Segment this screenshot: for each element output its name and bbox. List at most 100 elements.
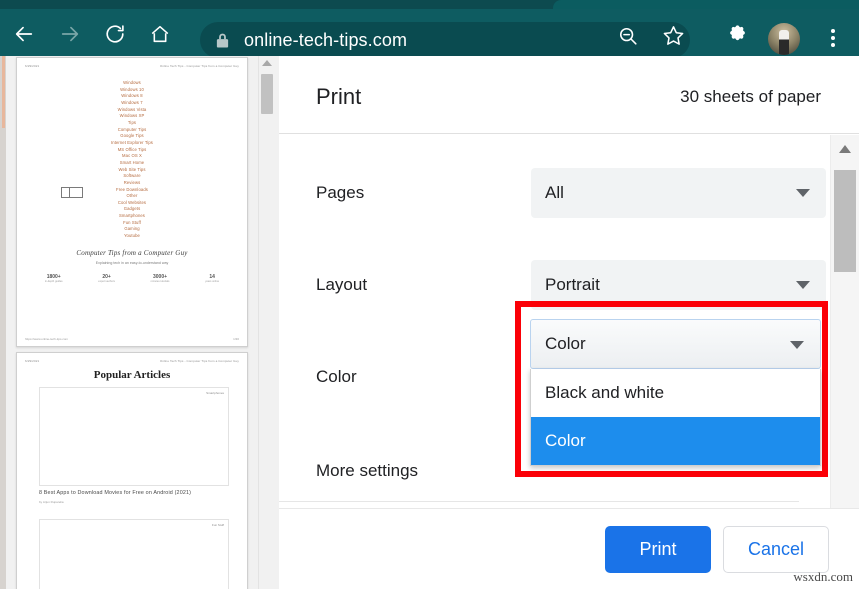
extensions-button[interactable]: [722, 23, 752, 53]
preview-stat-label: expert authors: [98, 280, 115, 283]
three-dot-menu-icon: [831, 28, 835, 49]
zoom-out-icon: [617, 25, 639, 52]
preview-nav-item: Tips: [17, 120, 247, 127]
preview-tagline: Computer Tips from a Computer Guy: [17, 249, 247, 257]
profile-avatar-button[interactable]: [768, 23, 800, 55]
preview-stat: 3000+ minutes tutorials: [151, 274, 170, 283]
preview-nav-item: Gadgets: [17, 206, 247, 213]
preview-card-tag: Fun Stuff: [212, 523, 224, 527]
preview-nav-item: Computer Tips: [17, 127, 247, 134]
back-button[interactable]: [12, 22, 36, 46]
back-arrow-icon: [13, 23, 35, 45]
chevron-down-icon: [796, 281, 810, 289]
chevron-down-icon: [796, 189, 810, 197]
more-settings-label: More settings: [316, 461, 418, 481]
preview-nav-item: Other: [17, 193, 247, 200]
print-dialog-footer: Print Cancel: [279, 508, 859, 589]
color-select[interactable]: Color: [530, 319, 821, 369]
preview-nav-item: Free Downloads: [17, 187, 247, 194]
preview-nav-item: Mac OS X: [17, 153, 247, 160]
browser-menu-button[interactable]: [818, 23, 848, 53]
watermark: wsxdn.com: [793, 569, 853, 585]
preview-card-tag: Smartphones: [206, 391, 224, 395]
forward-arrow-icon: [59, 23, 81, 45]
preview-nav-item: Gaming: [17, 226, 247, 233]
color-selected-value: Color: [545, 334, 586, 354]
preview-nav-item: Reviews: [17, 180, 247, 187]
preview-scrollbar[interactable]: [258, 56, 274, 589]
reload-button[interactable]: [103, 22, 127, 46]
preview-nav-item: Fun Stuff: [17, 220, 247, 227]
preview-site-logo: [61, 187, 83, 198]
preview-section-heading: Popular Articles: [17, 369, 247, 381]
preview-nav-item: Windows 10: [17, 87, 247, 94]
preview-nav-item: Web Site Tips: [17, 167, 247, 174]
browser-tab[interactable]: [553, 0, 859, 9]
page-title: Print: [316, 84, 361, 110]
print-preview-pane: 6/29/2021 Online Tech Tips - Computer Ti…: [6, 56, 258, 589]
preview-nav-item: Smart Home: [17, 160, 247, 167]
color-option-black-and-white[interactable]: Black and white: [531, 369, 820, 417]
preview-page-header: 6/29/2021 Online Tech Tips - Computer Ti…: [25, 64, 239, 68]
pages-value: All: [545, 183, 564, 203]
layout-select[interactable]: Portrait: [531, 260, 826, 310]
pages-select[interactable]: All: [531, 168, 826, 218]
cancel-button[interactable]: Cancel: [723, 526, 829, 573]
chevron-down-icon: [790, 341, 804, 349]
preview-scroll-thumb[interactable]: [261, 74, 273, 114]
print-dialog-scrollbar[interactable]: [830, 135, 859, 563]
preview-nav-item: Google Tips: [17, 133, 247, 140]
preview-subtagline: Explaining tech in an easy-to-understand…: [17, 261, 247, 265]
preview-stat-label: minutes tutorials: [151, 280, 170, 283]
zoom-out-button[interactable]: [613, 23, 643, 53]
preview-nav-item: MS Office Tips: [17, 147, 247, 154]
preview-nav-item: Smartphones: [17, 213, 247, 220]
setting-row-layout: Layout Portrait: [279, 239, 839, 331]
scroll-up-arrow-icon[interactable]: [839, 145, 851, 153]
url-text: online-tech-tips.com: [244, 30, 407, 51]
scroll-up-arrow-icon[interactable]: [262, 60, 272, 66]
preview-nav-item: Windows 8: [17, 93, 247, 100]
browser-toolbar: online-tech-tips.com: [0, 9, 859, 56]
print-button[interactable]: Print: [605, 526, 711, 573]
preview-stat-label: years online: [205, 280, 219, 283]
preview-page-footer: https://www.online-tech-tips.com 1/30: [25, 337, 239, 341]
preview-nav-item: Windows: [17, 80, 247, 87]
home-button[interactable]: [148, 22, 172, 46]
preview-header-date: 6/29/2021: [25, 359, 39, 363]
star-icon: [662, 24, 685, 52]
preview-header-date: 6/29/2021: [25, 64, 39, 68]
preview-nav-item: Software: [17, 173, 247, 180]
puzzle-icon: [726, 24, 749, 52]
color-option-color[interactable]: Color: [531, 417, 820, 465]
preview-footer-url: https://www.online-tech-tips.com: [25, 337, 68, 341]
preview-article-byline: by Arjun Ruparelia: [39, 500, 64, 504]
settings-divider: [279, 501, 799, 502]
lock-icon: [200, 32, 244, 49]
home-icon: [149, 23, 171, 45]
color-dropdown-list[interactable]: Black and white Color: [530, 369, 821, 466]
preview-stat: 14 years online: [205, 274, 219, 283]
preview-stat: 1800+ in-depth guides: [45, 274, 63, 283]
preview-nav-item: Internet Explorer Tips: [17, 140, 247, 147]
dialog-scroll-thumb[interactable]: [834, 170, 856, 272]
layout-value: Portrait: [545, 275, 600, 295]
preview-article-title: 8 Best Apps to Download Movies for Free …: [39, 490, 231, 496]
sheets-count-label: 30 sheets of paper: [680, 87, 821, 107]
preview-stat-label: in-depth guides: [45, 280, 63, 283]
preview-page-1: 6/29/2021 Online Tech Tips - Computer Ti…: [16, 57, 248, 347]
preview-article-card: Fun Stuff: [39, 519, 229, 589]
screen: online-tech-tips.com: [0, 0, 859, 589]
preview-nav-item: Windows 7: [17, 100, 247, 107]
preview-footer-pagenum: 1/30: [233, 337, 239, 341]
setting-row-pages: Pages All: [279, 147, 839, 239]
reload-icon: [104, 23, 126, 45]
forward-button[interactable]: [58, 22, 82, 46]
print-dialog-header: Print 30 sheets of paper: [279, 56, 859, 134]
tab-strip: [0, 0, 859, 9]
preview-header-title: Online Tech Tips - Computer Tips from a …: [160, 359, 239, 363]
preview-header-title: Online Tech Tips - Computer Tips from a …: [160, 64, 239, 68]
bookmark-button[interactable]: [658, 23, 688, 53]
pages-label: Pages: [316, 183, 364, 203]
preview-stats-row: 1800+ in-depth guides 20+ expert authors…: [27, 274, 237, 283]
